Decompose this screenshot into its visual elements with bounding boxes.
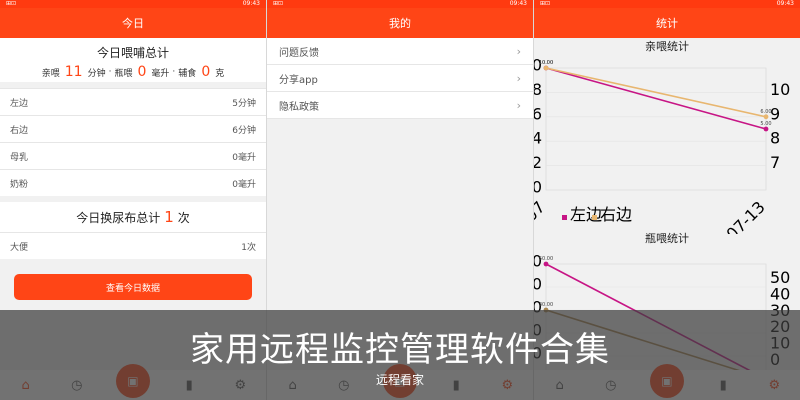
- status-icons: ⊞⊡: [540, 0, 551, 7]
- bottle-chart-title: 瓶喂统计: [645, 232, 689, 245]
- chevron-right-icon: ›: [516, 71, 521, 85]
- chart-plot-area: [545, 67, 767, 191]
- diaper-prefix: 今日换尿布总计: [76, 210, 161, 225]
- status-bar: ⊞⊡ 09:43: [534, 0, 800, 8]
- feeding-summary: 亲喂 11 分钟 · 瓶喂 0 毫升 · 辅食 0 克: [0, 62, 266, 82]
- status-time: 09:43: [776, 0, 794, 7]
- right-y-tick-label: 40: [770, 284, 790, 303]
- series-line: [545, 67, 767, 130]
- legend-swatch: [562, 215, 567, 220]
- data-label: 30.00: [539, 302, 553, 308]
- row-label: 大便: [10, 242, 29, 253]
- row-value: 1次: [241, 242, 256, 253]
- feeding-row-left: 左边 5分钟: [0, 88, 266, 115]
- app-title-bar: 我的: [267, 8, 533, 38]
- diaper-row-stool: 大便 1次: [0, 232, 266, 259]
- app-title-bar: 统计: [534, 8, 800, 38]
- solid-label: 辅食: [178, 68, 197, 79]
- feeding-row-breastmilk: 母乳 0毫升: [0, 142, 266, 169]
- separator: ·: [172, 67, 176, 77]
- row-value: 0毫升: [232, 152, 256, 163]
- chevron-right-icon: ›: [516, 98, 521, 112]
- row-label: 奶粉: [10, 179, 29, 190]
- button-label: 查看今日数据: [105, 283, 160, 294]
- promo-subtitle: 远程看家: [375, 373, 424, 387]
- feeding-summary-card: 今日喂哺总计 亲喂 11 分钟 · 瓶喂 0 毫升 · 辅食 0 克: [0, 38, 266, 82]
- row-value: 5分钟: [232, 98, 256, 109]
- row-label: 左边: [10, 98, 29, 109]
- breast-feeding-chart: 02468107891010.005.0010.006.002021-07-07…: [534, 56, 790, 235]
- solid-value: 0: [201, 64, 211, 80]
- breast-chart-title: 亲喂统计: [645, 40, 689, 53]
- diaper-suffix: 次: [177, 210, 190, 225]
- data-point: [763, 114, 769, 120]
- view-today-data-button[interactable]: 查看今日数据: [14, 274, 252, 300]
- bottle-unit: 毫升: [151, 68, 170, 79]
- feeding-total-title: 今日喂哺总计: [96, 46, 169, 60]
- y-tick-label: 2: [534, 153, 542, 172]
- breast-value: 11: [64, 64, 83, 80]
- data-label: 10.00: [539, 60, 553, 66]
- data-point: [543, 261, 549, 267]
- solid-unit: 克: [215, 68, 225, 79]
- bottle-label: 瓶喂: [114, 68, 133, 79]
- menu-label: 分享app: [279, 74, 318, 86]
- page-title: 今日: [122, 17, 144, 30]
- status-time: 09:43: [242, 0, 260, 7]
- chevron-right-icon: ›: [516, 44, 521, 58]
- data-label: 5.00: [760, 121, 771, 127]
- status-bar: ⊞⊡ 09:43: [267, 0, 533, 8]
- data-point: [763, 126, 769, 132]
- feeding-row-right: 右边 6分钟: [0, 115, 266, 142]
- screenshot-canvas: ⊞⊡ 09:43 今日 今日喂哺总计 亲喂 11 分钟 · 瓶喂 0 毫升 · 辅食 …: [0, 0, 800, 400]
- legend-swatch: [592, 215, 597, 220]
- menu-label: 问题反馈: [279, 47, 319, 59]
- legend-label: 右边: [600, 205, 632, 224]
- separator: ·: [108, 67, 112, 77]
- x-tick-label: 2021-07-13: [690, 197, 769, 234]
- diaper-count: 1: [164, 208, 174, 226]
- menu-label: 隐私政策: [279, 101, 319, 113]
- app-title-bar: 今日: [0, 8, 266, 38]
- diaper-total-title: 今日换尿布总计 1 次: [0, 202, 266, 232]
- x-tick-label: 2021-07-07: [534, 197, 549, 234]
- menu-item-privacy[interactable]: 隐私政策 ›: [267, 92, 533, 119]
- y-tick-label: 0: [534, 178, 542, 197]
- page-title: 我的: [389, 17, 411, 30]
- menu-item-feedback[interactable]: 问题反馈 ›: [267, 38, 533, 65]
- page-title: 统计: [656, 17, 678, 30]
- row-label: 母乳: [10, 152, 29, 163]
- row-label: 右边: [10, 125, 29, 136]
- menu-item-share[interactable]: 分享app ›: [267, 65, 533, 92]
- y-tick-label: 4: [534, 129, 542, 148]
- promo-title: 家用远程监控管理软件合集: [190, 330, 610, 370]
- right-y-tick-label: 50: [770, 268, 790, 287]
- legend-label: 左边: [570, 205, 602, 224]
- right-y-tick-label: 7: [770, 153, 780, 172]
- status-icons: ⊞⊡: [6, 0, 17, 7]
- right-y-tick-label: 10: [770, 80, 790, 99]
- breast-unit: 分钟: [87, 68, 106, 79]
- y-tick-label: 40: [534, 275, 542, 294]
- breast-label: 亲喂: [41, 68, 60, 79]
- data-point: [543, 65, 549, 71]
- row-value: 0毫升: [232, 179, 256, 190]
- feeding-row-formula: 奶粉 0毫升: [0, 169, 266, 196]
- y-tick-label: 6: [534, 104, 542, 123]
- status-bar: ⊞⊡ 09:43: [0, 0, 266, 8]
- row-value: 6分钟: [232, 125, 256, 136]
- bottle-value: 0: [137, 64, 147, 80]
- data-label: 50.00: [539, 256, 553, 262]
- status-icons: ⊞⊡: [273, 0, 284, 7]
- data-label: 6.00: [760, 109, 771, 115]
- right-y-tick-label: 8: [770, 129, 780, 148]
- y-tick-label: 8: [534, 80, 542, 99]
- status-time: 09:43: [509, 0, 527, 7]
